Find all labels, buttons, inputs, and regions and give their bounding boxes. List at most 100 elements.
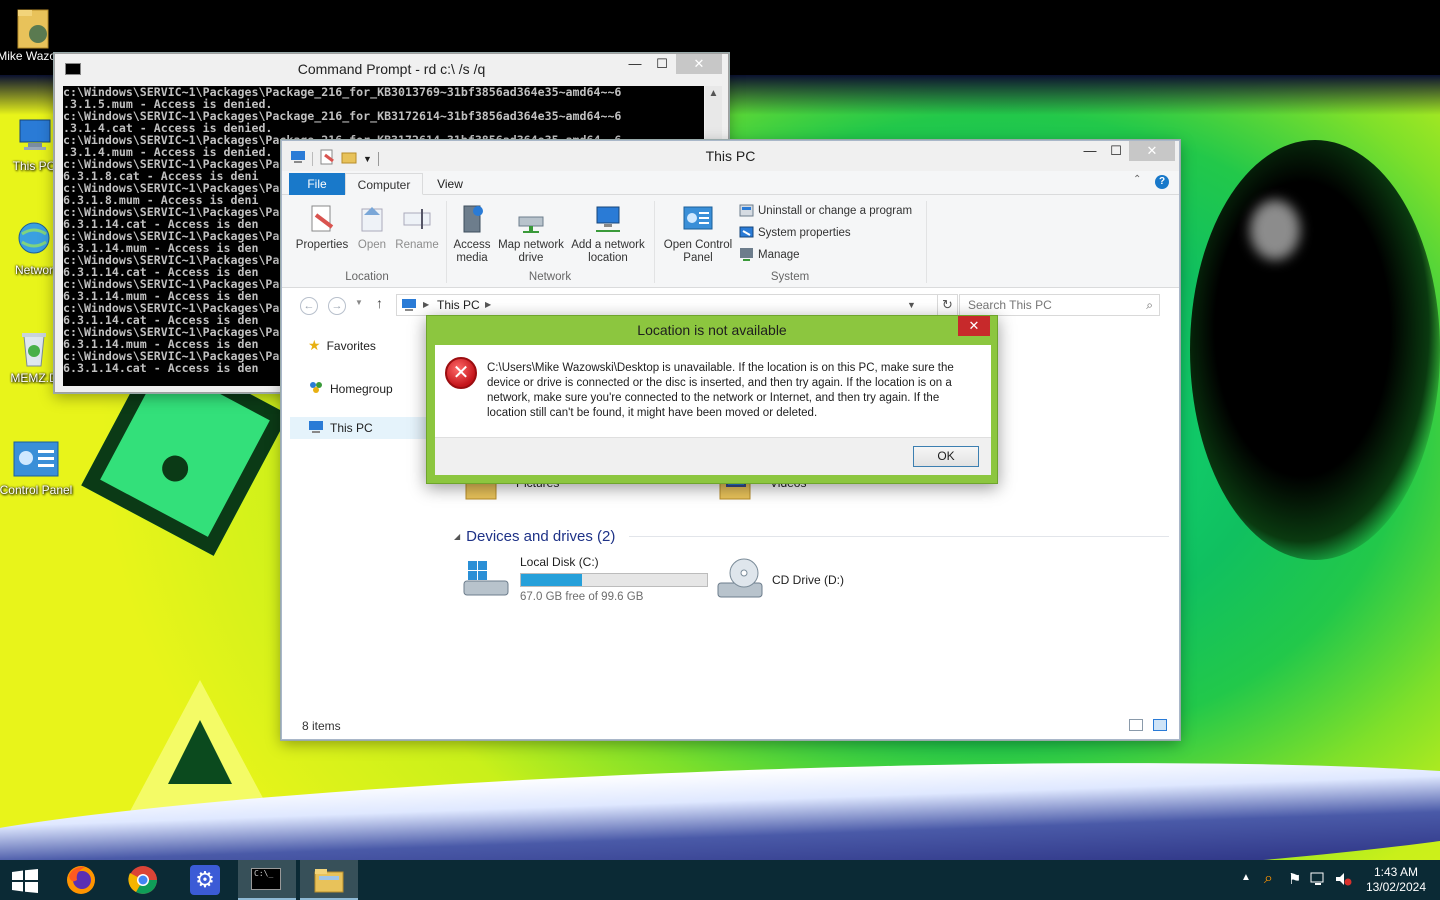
taskbar-settings[interactable]: ⚙ [176,860,234,900]
network-drive-icon [515,203,547,235]
volume-muted-icon[interactable] [1334,871,1352,890]
large-icons-view-icon[interactable] [1153,719,1167,731]
search-tray-icon[interactable]: ⌕ [1264,870,1273,888]
search-icon[interactable]: ⌕ [1146,295,1153,315]
cd-drive-icon [716,555,764,606]
file-explorer-icon [313,866,345,897]
collapse-triangle-icon[interactable]: ◢ [454,532,460,541]
forward-arrow-icon[interactable]: → [328,297,346,315]
address-path[interactable]: This PC [437,295,480,315]
maximize-button[interactable]: ☐ [649,54,675,74]
back-arrow-icon[interactable]: ← [300,297,318,315]
drive-local-disk-c[interactable]: Local Disk (C:) 67.0 GB free of 99.6 GB [462,555,712,605]
tab-computer[interactable]: Computer [345,173,423,195]
item-count: 8 items [302,719,341,733]
ribbon-group-network: Network [528,271,572,283]
network-globe-icon [14,220,54,260]
firefox-icon [65,864,97,899]
network-location-icon [592,203,624,235]
properties-button[interactable]: Properties [294,203,350,252]
network-status-icon[interactable] [1310,871,1328,890]
devices-section-header[interactable]: ◢ Devices and drives (2) [454,528,1169,545]
explorer-title: This PC [705,148,756,164]
control-panel-icon [12,440,60,480]
dialog-footer: OK [435,437,991,475]
navigation-pane: ★ Favorites Homegroup This PC [290,323,430,717]
uninstall-program-button[interactable]: Uninstall or change a program [739,203,912,218]
manage-button[interactable]: Manage [739,247,800,262]
folder-icon [14,6,54,49]
taskbar-firefox[interactable] [52,860,110,900]
properties-icon [306,203,338,235]
open-control-panel-button[interactable]: Open Control Panel [660,203,736,265]
minimize-button[interactable]: — [623,54,647,74]
gear-icon: ⚙ [190,865,220,895]
clock[interactable]: 1:43 AM 13/02/2024 [1366,865,1426,895]
minimize-button[interactable]: — [1078,141,1102,161]
start-button[interactable] [0,860,50,900]
tab-file[interactable]: File [289,173,345,195]
taskbar: ⚙ C:\_ ▲ ⌕ ⚑ 1:43 AM 13/02/2024 [0,860,1440,900]
drive-usage-fill [521,574,582,586]
explorer-title-bar[interactable]: ▼ This PC — ☐ ✕ [282,141,1179,171]
details-view-icon[interactable] [1129,719,1143,731]
up-arrow-icon[interactable]: ↑ [376,295,383,311]
open-icon [356,203,388,235]
recycle-bin-icon [14,328,54,368]
drive-free-space: 67.0 GB free of 99.6 GB [520,591,644,603]
address-dropdown-icon[interactable]: ▼ [907,295,916,315]
desktop-icon-control-panel[interactable]: Control Panel [0,440,74,497]
scroll-up-arrow-icon[interactable]: ▲ [705,88,722,99]
add-network-location-button[interactable]: Add a network location [568,203,648,265]
access-media-button[interactable]: Access media [450,203,494,265]
desktop-icon-label: Control Panel [0,483,73,497]
cmd-icon: C:\_ [251,868,281,890]
drive-cd-d[interactable]: CD Drive (D:) [716,555,916,605]
status-bar: 8 items [282,715,1179,739]
search-input[interactable]: Search This PC ⌕ [959,294,1160,316]
dialog-message: C:\Users\Mike Wazowski\Desktop is unavai… [487,362,954,419]
dialog-close-button[interactable]: ✕ [958,316,990,336]
taskbar-chrome[interactable] [114,860,172,900]
programs-icon [739,203,754,218]
maximize-button[interactable]: ☐ [1104,141,1128,161]
close-button[interactable]: ✕ [1129,141,1175,161]
action-center-flag-icon[interactable]: ⚑ [1288,870,1301,888]
error-icon: ✕ [445,357,477,389]
close-button[interactable]: ✕ [676,54,722,74]
clock-date: 13/02/2024 [1365,880,1426,894]
help-icon[interactable]: ? [1155,175,1169,189]
error-dialog[interactable]: Location is not available ✕ ✕ C:\Users\M… [426,315,998,484]
breadcrumb-chevron-icon[interactable]: ▶ [485,295,491,315]
chrome-icon [127,864,159,899]
open-button[interactable]: Open [352,203,392,252]
control-panel-icon [682,203,714,235]
show-hidden-icons-icon[interactable]: ▲ [1241,872,1251,883]
hard-drive-icon [462,559,510,604]
ribbon: Properties Open Rename Access media Map … [282,195,1179,288]
drive-usage-bar [520,573,708,587]
rename-icon [401,203,433,235]
taskbar-file-explorer[interactable] [300,860,358,900]
ok-button[interactable]: OK [913,446,979,467]
nav-item-homegroup[interactable]: Homegroup [308,379,393,398]
tab-view[interactable]: View [428,173,472,195]
star-icon: ★ [308,337,321,353]
windows-logo-icon [12,869,38,896]
recent-locations-icon[interactable]: ▼ [355,298,363,307]
taskbar-command-prompt[interactable]: C:\_ [238,860,296,900]
map-network-drive-button[interactable]: Map network drive [496,203,566,265]
cmd-title-bar[interactable]: Command Prompt - rd c:\ /s /q — ☐ ✕ [55,54,728,84]
refresh-icon[interactable]: ↻ [938,294,958,316]
dialog-title: Location is not available [637,322,787,338]
media-server-icon [456,203,488,235]
nav-item-favorites[interactable]: ★ Favorites [308,337,376,354]
collapse-ribbon-icon[interactable]: ⌃ [1133,174,1141,185]
system-properties-button[interactable]: System properties [739,225,851,240]
nav-item-this-pc[interactable]: This PC [290,417,430,439]
homegroup-icon [308,379,324,398]
address-bar[interactable]: ▶ This PC ▶ ▼ [396,294,938,316]
rename-button[interactable]: Rename [394,203,440,252]
dialog-body: ✕ C:\Users\Mike Wazowski\Desktop is unav… [435,345,991,437]
system-properties-icon [739,225,754,240]
